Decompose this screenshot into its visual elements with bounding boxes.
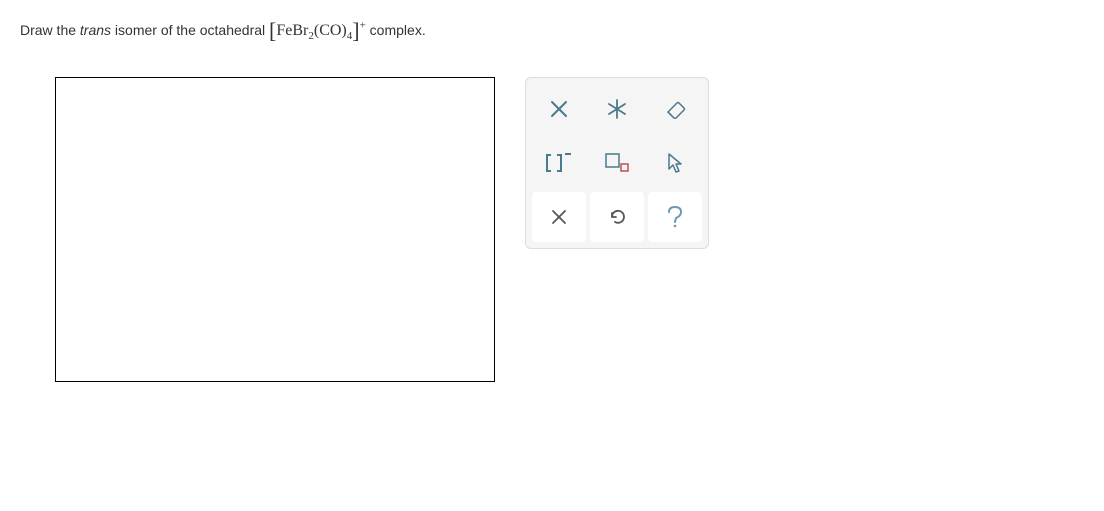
cursor-icon [665,152,685,174]
asterisk-icon [605,97,629,121]
center-atom-button[interactable] [590,84,644,134]
drawing-canvas[interactable] [55,77,495,382]
delete-button[interactable] [532,84,586,134]
main-area [20,77,1084,382]
eraser-button[interactable] [648,84,702,134]
formula: [FeBr2(CO)4]+ [269,22,366,39]
undo-button[interactable] [590,192,644,242]
question-prefix: Draw the [20,22,80,38]
clear-button[interactable] [532,192,586,242]
boxes-button[interactable] [590,138,644,188]
brackets-button[interactable] [532,138,586,188]
x-small-icon [551,209,567,225]
eraser-icon [662,99,688,119]
boxes-icon [604,152,630,174]
question-middle: isomer of the octahedral [111,22,269,38]
help-button[interactable] [648,192,702,242]
undo-icon [607,207,627,227]
tool-panel [525,77,709,249]
question-suffix: complex. [366,22,426,38]
brackets-icon [544,151,574,175]
question-text: Draw the trans isomer of the octahedral … [20,16,1084,47]
question-italic: trans [80,22,111,38]
x-icon [548,98,570,120]
question-icon [666,205,684,229]
cursor-button[interactable] [648,138,702,188]
